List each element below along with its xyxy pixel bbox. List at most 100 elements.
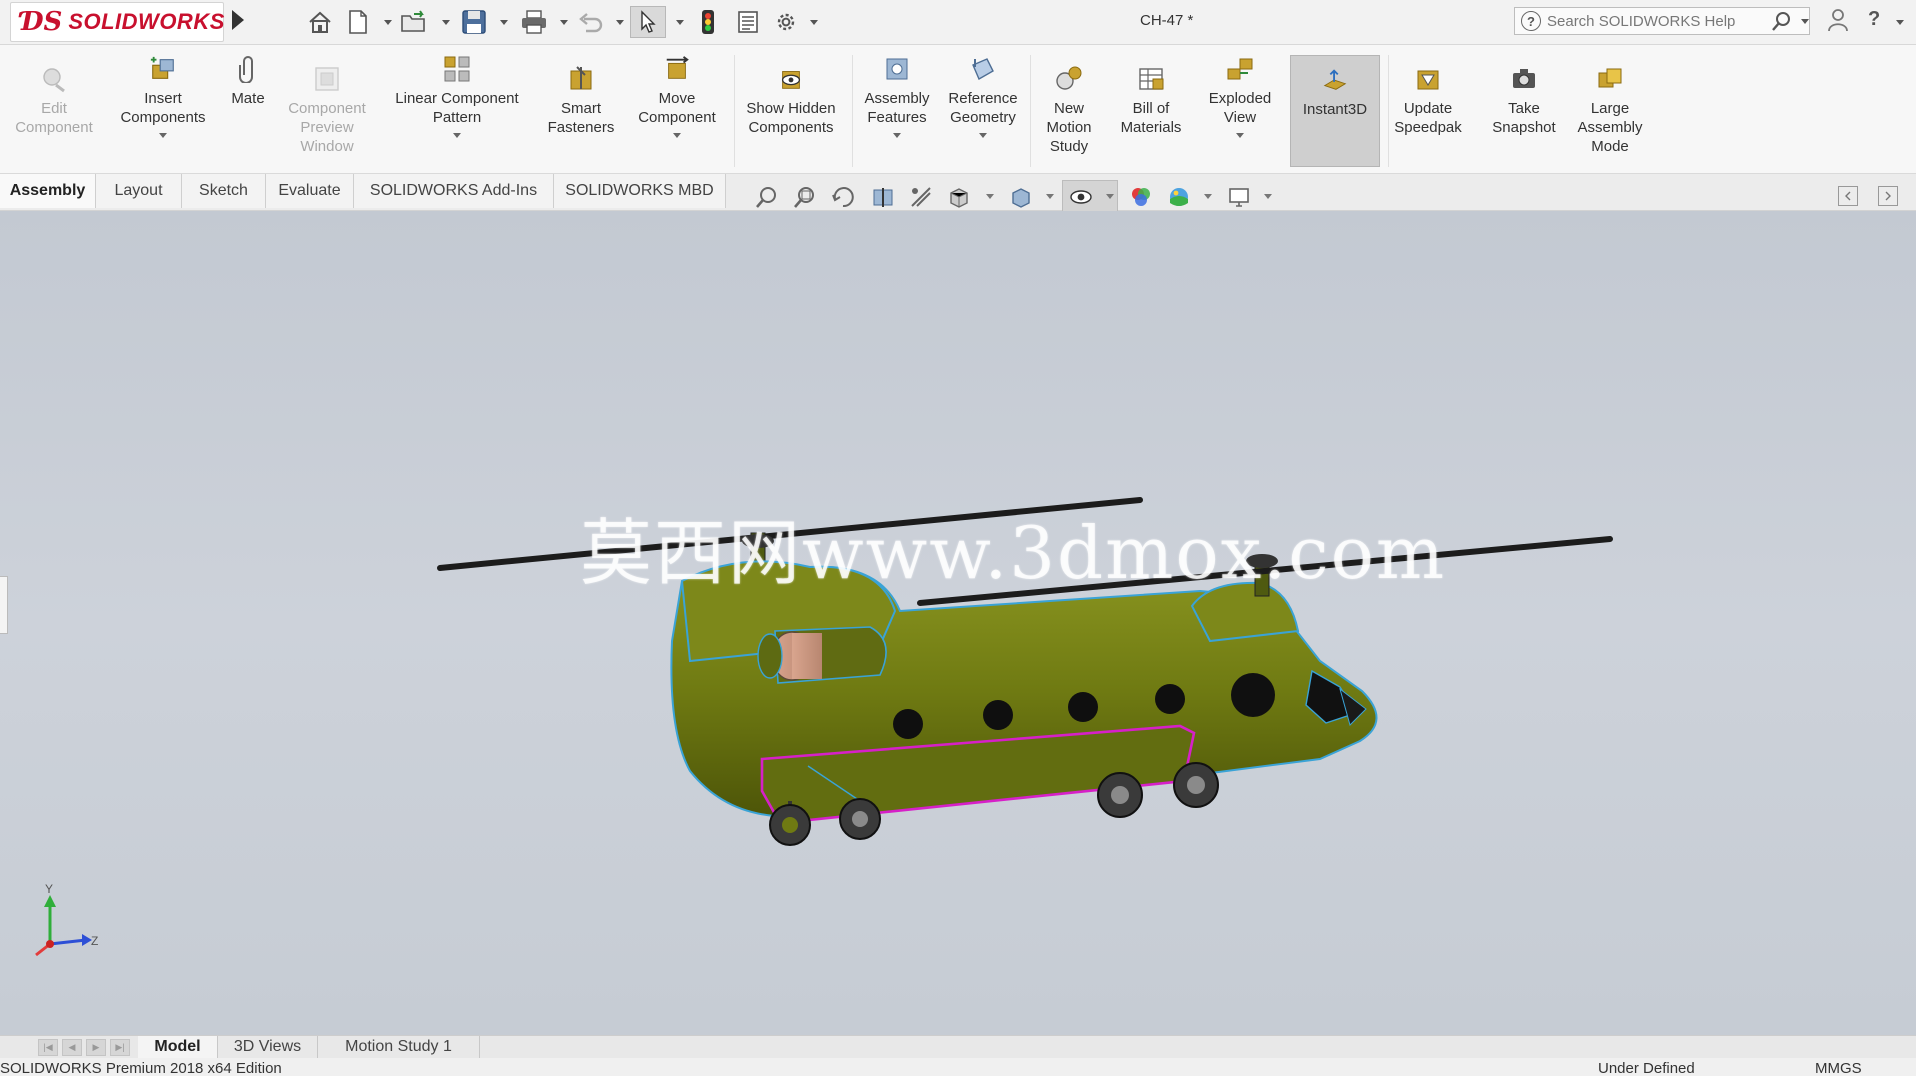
save-dropdown-icon[interactable] bbox=[500, 20, 508, 25]
exploded-view-dropdown-icon[interactable] bbox=[1236, 133, 1244, 138]
new-dropdown-icon[interactable] bbox=[384, 20, 392, 25]
tab-solidworks-mbd[interactable]: SOLIDWORKS MBD bbox=[554, 174, 726, 208]
linear-component-pattern-button[interactable]: Linear Component Pattern bbox=[382, 55, 532, 138]
reference-geometry-label: Reference Geometry bbox=[948, 90, 1018, 126]
new-motion-study-button[interactable]: New Motion Study bbox=[1034, 65, 1104, 156]
new-document-icon[interactable] bbox=[344, 6, 372, 38]
hide-show-dropdown-icon[interactable] bbox=[1106, 194, 1114, 199]
smart-fasteners-icon bbox=[567, 65, 595, 93]
new-motion-study-label: New Motion Study bbox=[1046, 100, 1092, 155]
unit-system[interactable]: MMGS bbox=[1815, 1060, 1862, 1077]
smart-fasteners-button[interactable]: Smart Fasteners bbox=[538, 65, 624, 137]
title-bar: ƊS SOLIDWORKS CH-47 * ? Search SOLIDWORK… bbox=[0, 0, 1916, 45]
update-speedpak-button[interactable]: Update Speedpak bbox=[1390, 65, 1466, 137]
options-icon[interactable] bbox=[772, 6, 800, 38]
assembly-features-dropdown-icon[interactable] bbox=[893, 133, 901, 138]
smart-fasteners-label: Smart Fasteners bbox=[547, 100, 615, 136]
open-icon[interactable] bbox=[398, 6, 432, 38]
tab-motion-study-1[interactable]: Motion Study 1 bbox=[318, 1036, 480, 1058]
undo-icon[interactable] bbox=[576, 6, 606, 38]
open-dropdown-icon[interactable] bbox=[442, 20, 450, 25]
reference-geometry-dropdown-icon[interactable] bbox=[979, 133, 987, 138]
menu-expand-arrow-icon[interactable] bbox=[232, 10, 244, 30]
take-snapshot-button[interactable]: Take Snapshot bbox=[1478, 65, 1570, 137]
exploded-view-button[interactable]: Exploded View bbox=[1198, 55, 1282, 138]
previous-view-icon[interactable] bbox=[830, 184, 856, 210]
user-account-icon[interactable] bbox=[1828, 8, 1848, 38]
edit-component-button[interactable]: Edit Component bbox=[4, 65, 104, 137]
move-component-dropdown-icon[interactable] bbox=[673, 133, 681, 138]
linear-pattern-dropdown-icon[interactable] bbox=[453, 133, 461, 138]
zoom-to-area-icon[interactable] bbox=[792, 184, 818, 210]
reference-geometry-button[interactable]: Reference Geometry bbox=[940, 55, 1026, 138]
tab-scroll-arrows: |◀ ◀ ▶ ▶| bbox=[38, 1039, 130, 1056]
file-properties-icon[interactable] bbox=[734, 6, 762, 38]
apply-scene-icon[interactable] bbox=[1166, 184, 1192, 210]
component-preview-window-icon bbox=[313, 65, 341, 93]
first-tab-arrow-icon[interactable]: |◀ bbox=[38, 1039, 58, 1056]
hide-show-items-icon[interactable] bbox=[1068, 184, 1094, 210]
last-tab-arrow-icon[interactable]: ▶| bbox=[110, 1039, 130, 1056]
select-icon[interactable] bbox=[630, 6, 666, 38]
insert-components-dropdown-icon[interactable] bbox=[159, 133, 167, 138]
update-speedpak-label: Update Speedpak bbox=[1394, 100, 1462, 136]
tab-model[interactable]: Model bbox=[138, 1036, 218, 1058]
show-hidden-components-button[interactable]: Show Hidden Components bbox=[738, 65, 844, 137]
prev-tab-arrow-icon[interactable]: ◀ bbox=[62, 1039, 82, 1056]
print-icon[interactable] bbox=[518, 6, 550, 38]
select-dropdown-icon[interactable] bbox=[676, 20, 684, 25]
help-icon[interactable]: ? bbox=[1868, 8, 1880, 31]
help-search-box[interactable]: ? bbox=[1514, 7, 1810, 35]
view-orientation-dropdown-icon[interactable] bbox=[986, 194, 994, 199]
search-input[interactable] bbox=[1541, 9, 1763, 33]
tab-solidworks-add-ins[interactable]: SOLIDWORKS Add-Ins bbox=[354, 174, 554, 208]
component-preview-window-button[interactable]: Component Preview Window bbox=[278, 65, 376, 156]
mate-label: Mate bbox=[231, 90, 265, 107]
engine-intake-body bbox=[792, 633, 822, 679]
reference-geometry-icon bbox=[969, 55, 997, 83]
rebuild-icon[interactable] bbox=[696, 6, 720, 38]
exploded-view-label: Exploded View bbox=[1208, 90, 1272, 126]
tab-layout[interactable]: Layout bbox=[96, 174, 182, 208]
home-icon[interactable] bbox=[304, 6, 336, 38]
zoom-to-fit-icon[interactable] bbox=[754, 184, 780, 210]
instant3d-button[interactable]: Instant3D bbox=[1290, 55, 1380, 167]
graphics-area[interactable]: Y Z 莫西网www.3dmox.com bbox=[0, 211, 1916, 1035]
document-title: CH-47 * bbox=[1140, 12, 1194, 29]
undo-dropdown-icon[interactable] bbox=[616, 20, 624, 25]
product-edition: SOLIDWORKS Premium 2018 x64 Edition bbox=[0, 1060, 282, 1077]
bill-of-materials-button[interactable]: Bill of Materials bbox=[1108, 65, 1194, 137]
tab-3d-views[interactable]: 3D Views bbox=[218, 1036, 318, 1058]
assembly-features-button[interactable]: Assembly Features bbox=[856, 55, 938, 138]
display-style-dropdown-icon[interactable] bbox=[1046, 194, 1054, 199]
engine-cowl bbox=[757, 633, 783, 679]
collapse-right-panel-icon[interactable] bbox=[1878, 186, 1898, 206]
tab-evaluate[interactable]: Evaluate bbox=[266, 174, 354, 208]
tab-sketch[interactable]: Sketch bbox=[182, 174, 266, 208]
tab-assembly[interactable]: Assembly bbox=[0, 174, 96, 208]
move-component-button[interactable]: Move Component bbox=[626, 55, 728, 138]
options-dropdown-icon[interactable] bbox=[810, 20, 818, 25]
large-assembly-mode-button[interactable]: Large Assembly Mode bbox=[1570, 65, 1650, 156]
view-settings-icon[interactable] bbox=[1226, 184, 1252, 210]
helicopter-model[interactable]: Y Z bbox=[0, 211, 1916, 1035]
print-dropdown-icon[interactable] bbox=[560, 20, 568, 25]
help-dropdown-icon[interactable] bbox=[1896, 20, 1904, 25]
solidworks-logo[interactable]: ƊS SOLIDWORKS bbox=[10, 2, 224, 42]
collapse-left-panel-icon[interactable] bbox=[1838, 186, 1858, 206]
apply-scene-dropdown-icon[interactable] bbox=[1204, 194, 1212, 199]
insert-components-button[interactable]: Insert Components bbox=[106, 55, 220, 138]
search-icon[interactable] bbox=[1771, 10, 1793, 32]
view-settings-dropdown-icon[interactable] bbox=[1264, 194, 1272, 199]
view-orientation-icon[interactable] bbox=[946, 184, 972, 210]
save-icon[interactable] bbox=[458, 6, 490, 38]
mate-button[interactable]: Mate bbox=[222, 55, 274, 108]
search-dropdown-icon[interactable] bbox=[1801, 18, 1809, 24]
dynamic-annotation-icon[interactable] bbox=[908, 184, 934, 210]
display-style-icon[interactable] bbox=[1008, 184, 1034, 210]
section-view-icon[interactable] bbox=[870, 184, 896, 210]
brand-name: SOLIDWORKS bbox=[68, 9, 225, 34]
next-tab-arrow-icon[interactable]: ▶ bbox=[86, 1039, 106, 1056]
feature-manager-handle[interactable] bbox=[0, 576, 8, 634]
edit-appearance-icon[interactable] bbox=[1128, 184, 1154, 210]
